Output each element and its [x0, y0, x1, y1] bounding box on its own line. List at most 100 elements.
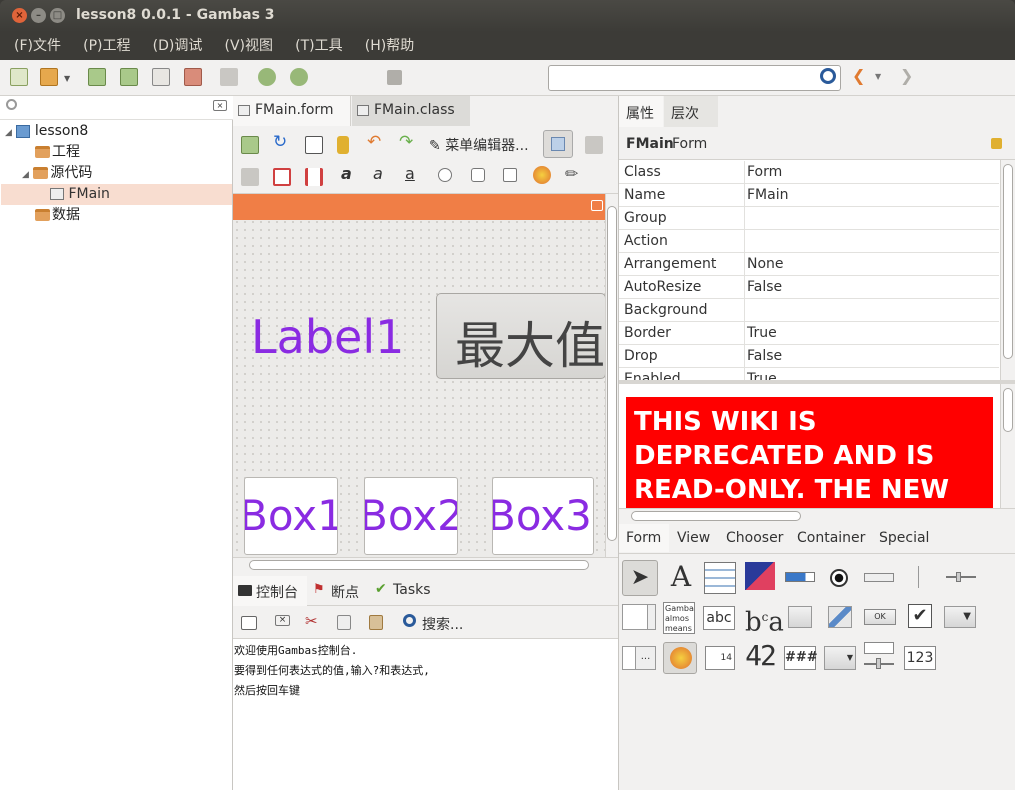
menu-file[interactable]: (F)文件	[14, 32, 61, 60]
undo-icon[interactable]: ↶	[367, 132, 381, 152]
font-bold-icon[interactable]: a	[341, 164, 352, 183]
property-row[interactable]: Border True	[619, 322, 999, 345]
form-restore-icon[interactable]	[591, 200, 603, 211]
form-max-button[interactable]: 最大值	[436, 293, 606, 379]
shape-square-icon[interactable]	[503, 168, 517, 182]
tab-view[interactable]: View	[677, 524, 710, 552]
datebox-tool[interactable]: 14	[705, 646, 735, 670]
textarea-tool[interactable]: Gamba almos means	[663, 602, 695, 634]
menu-help[interactable]: (H)帮助	[365, 32, 414, 60]
canvas-vertical-scrollbar[interactable]	[605, 194, 618, 557]
shape-rect-icon[interactable]	[471, 168, 485, 182]
menu-project[interactable]: (P)工程	[83, 32, 130, 60]
tab-hierarchy[interactable]: 层次	[664, 96, 718, 127]
tab-chooser[interactable]: Chooser	[726, 524, 783, 552]
menu-editor-button[interactable]: ✎ 菜单编辑器...	[429, 135, 529, 155]
reload-icon[interactable]: ↻	[273, 132, 287, 152]
edit-pencil-icon[interactable]: ✏	[565, 164, 578, 183]
chevron-down-icon[interactable]: ▼	[875, 72, 881, 81]
tab-form[interactable]: Form	[619, 524, 669, 552]
console-window-icon[interactable]	[241, 616, 257, 630]
clear-icon[interactable]: ×	[275, 615, 290, 626]
back-arrow-icon[interactable]: ❮	[852, 66, 865, 85]
colorbutton-tool[interactable]	[663, 642, 697, 674]
cut-icon[interactable]: ✂	[305, 612, 318, 630]
stop-icon[interactable]	[387, 70, 402, 85]
tree-item-root[interactable]: ◢ lesson8	[5, 121, 88, 142]
properties-icon[interactable]	[152, 68, 170, 86]
scroll-thumb[interactable]	[249, 560, 589, 570]
scroll-thumb[interactable]	[1003, 388, 1013, 432]
tree-filter-input[interactable]: ×	[0, 96, 233, 120]
property-row[interactable]: Class Form	[619, 161, 999, 184]
bring-front-icon[interactable]	[241, 168, 259, 186]
distribute-icon[interactable]	[305, 168, 323, 186]
property-row[interactable]: Enabled True	[619, 368, 999, 380]
progressbar-tool[interactable]	[785, 572, 815, 582]
forward-arrow-icon[interactable]: ❯	[900, 66, 913, 85]
maskbox-tool[interactable]: ###	[784, 646, 818, 670]
panel-tool[interactable]	[788, 606, 812, 628]
pointer-tool[interactable]: ➤	[622, 560, 658, 596]
buttonbox-tool[interactable]: ...	[622, 646, 656, 670]
tab-fmain-class[interactable]: FMain.class	[352, 96, 470, 126]
tab-container[interactable]: Container	[797, 524, 865, 552]
lcdlabel-tool[interactable]: 42	[744, 640, 777, 674]
menu-debug[interactable]: (D)调试	[153, 32, 203, 60]
compile-icon[interactable]	[258, 68, 276, 86]
console-output[interactable]: 欢迎使用Gambas控制台. 要得到任何表达式的值,输入?和表达式, 然后按回车…	[233, 638, 618, 790]
menubutton-tool[interactable]: ▼	[824, 646, 856, 670]
paste-icon[interactable]	[369, 615, 383, 630]
arrange-icon[interactable]	[585, 136, 603, 154]
property-row[interactable]: Arrangement None	[619, 253, 999, 276]
expand-arrow-icon[interactable]: ◢	[22, 170, 29, 180]
compile-all-icon[interactable]	[290, 68, 308, 86]
redo-icon[interactable]: ↷	[399, 132, 413, 152]
scroll-thumb[interactable]	[631, 511, 801, 521]
radiobutton-tool[interactable]	[830, 569, 848, 587]
separator-tool[interactable]	[918, 566, 919, 588]
save-icon[interactable]	[88, 68, 106, 86]
combobox-tool[interactable]: ▼	[944, 606, 976, 628]
form-box2[interactable]: Box2	[364, 477, 458, 555]
console-search-button[interactable]: 搜索...	[422, 614, 463, 634]
label-tool[interactable]: A	[666, 560, 696, 593]
tree-item-project[interactable]: 工程	[35, 142, 80, 163]
expand-arrow-icon[interactable]: ◢	[5, 128, 12, 138]
help-vertical-scrollbar[interactable]	[1000, 384, 1015, 508]
tree-item-fmain[interactable]: FMain	[50, 184, 110, 205]
tab-tasks[interactable]: ✔ Tasks	[373, 576, 443, 606]
canvas-horizontal-scrollbar[interactable]	[233, 557, 618, 572]
shape-circle-icon[interactable]	[438, 168, 452, 182]
tab-properties[interactable]: 属性	[619, 96, 663, 127]
clean-icon[interactable]	[184, 68, 202, 86]
menu-tools[interactable]: (T)工具	[295, 32, 342, 60]
close-window-button[interactable]: ×	[12, 8, 27, 23]
form-box3[interactable]: Box3	[492, 477, 594, 555]
property-row[interactable]: Name FMain	[619, 184, 999, 207]
grid-toggle-button[interactable]	[543, 130, 573, 158]
scroll-thumb[interactable]	[1003, 164, 1013, 359]
clear-icon[interactable]: ×	[213, 100, 227, 111]
toolbutton-tool[interactable]	[828, 606, 852, 628]
tree-item-data[interactable]: 数据	[35, 205, 80, 226]
form-box1[interactable]: Box1	[244, 477, 338, 555]
tab-special[interactable]: Special	[879, 524, 929, 552]
maximize-window-button[interactable]: □	[50, 8, 65, 23]
save-as-icon[interactable]	[120, 68, 138, 86]
property-row[interactable]: Group	[619, 207, 999, 230]
checkbox-tool[interactable]: ✔	[908, 604, 932, 628]
picturebox-tool[interactable]	[745, 562, 775, 590]
button-tool[interactable]: OK	[864, 609, 896, 625]
search-icon[interactable]	[820, 68, 836, 84]
lock-icon[interactable]	[337, 136, 349, 154]
search-input[interactable]	[548, 65, 841, 91]
textbox-tool[interactable]: abc	[703, 606, 735, 630]
property-row[interactable]: AutoResize False	[619, 276, 999, 299]
copy-icon[interactable]	[337, 615, 351, 630]
property-scrollbar[interactable]	[1000, 160, 1015, 380]
form-label[interactable]: Label1	[251, 310, 404, 364]
property-row[interactable]: Action	[619, 230, 999, 253]
open-project-icon[interactable]	[40, 68, 58, 86]
listview-tool[interactable]	[704, 562, 736, 594]
